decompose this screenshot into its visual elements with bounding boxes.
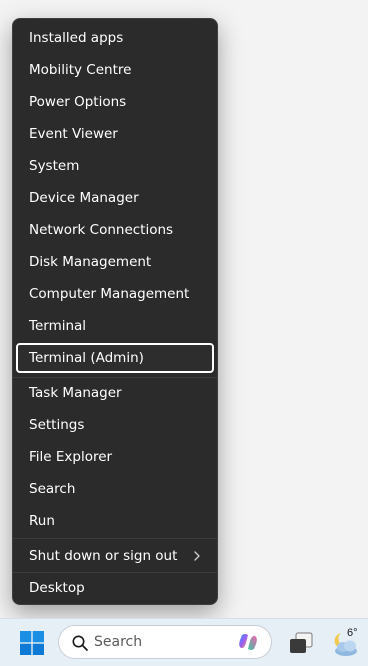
menu-item-run[interactable]: Run [16, 506, 214, 536]
menu-item-label: Desktop [29, 580, 85, 596]
copilot-icon[interactable] [237, 631, 259, 653]
menu-item-disk-management[interactable]: Disk Management [16, 247, 214, 277]
menu-item-label: Settings [29, 417, 85, 433]
chevron-right-icon [194, 551, 200, 561]
task-view-icon[interactable] [288, 631, 314, 655]
menu-item-terminal-admin[interactable]: Terminal (Admin) [16, 343, 214, 373]
menu-item-label: Task Manager [29, 385, 122, 401]
menu-item-label: System [29, 158, 80, 174]
menu-item-label: Disk Management [29, 254, 152, 270]
menu-item-computer-management[interactable]: Computer Management [16, 279, 214, 309]
menu-item-shut-down[interactable]: Shut down or sign out [16, 541, 214, 571]
menu-item-event-viewer[interactable]: Event Viewer [16, 119, 214, 149]
menu-item-label: Power Options [29, 94, 127, 110]
weather-temperature: 6° [347, 627, 358, 639]
menu-item-settings[interactable]: Settings [16, 410, 214, 440]
menu-item-installed-apps[interactable]: Installed apps [16, 23, 214, 53]
menu-item-label: Mobility Centre [29, 62, 132, 78]
windows-logo-icon[interactable] [20, 631, 44, 655]
menu-item-label: Terminal [29, 318, 87, 334]
menu-item-system[interactable]: System [16, 151, 214, 181]
menu-item-label: Device Manager [29, 190, 139, 206]
menu-item-label: Shut down or sign out [29, 548, 178, 564]
menu-item-file-explorer[interactable]: File Explorer [16, 442, 214, 472]
menu-item-task-manager[interactable]: Task Manager [16, 378, 214, 408]
menu-item-label: Network Connections [29, 222, 174, 238]
taskbar-search-box[interactable]: Search [58, 625, 272, 659]
menu-item-label: Terminal (Admin) [29, 350, 144, 366]
menu-item-device-manager[interactable]: Device Manager [16, 183, 214, 213]
menu-item-terminal[interactable]: Terminal [16, 311, 214, 341]
menu-item-label: Computer Management [29, 286, 190, 302]
search-icon [72, 635, 88, 651]
menu-item-network-connections[interactable]: Network Connections [16, 215, 214, 245]
quick-link-menu: Installed apps Mobility Centre Power Opt… [12, 18, 218, 605]
menu-item-label: File Explorer [29, 449, 113, 465]
menu-item-label: Run [29, 513, 55, 529]
search-placeholder: Search [94, 634, 143, 650]
menu-item-mobility-centre[interactable]: Mobility Centre [16, 55, 214, 85]
menu-item-label: Search [29, 481, 76, 497]
taskbar: Search 6° [0, 618, 368, 666]
menu-item-label: Installed apps [29, 30, 124, 46]
menu-item-power-options[interactable]: Power Options [16, 87, 214, 117]
menu-item-label: Event Viewer [29, 126, 118, 142]
menu-separator [13, 538, 217, 539]
menu-item-search[interactable]: Search [16, 474, 214, 504]
menu-item-desktop[interactable]: Desktop [16, 573, 214, 603]
